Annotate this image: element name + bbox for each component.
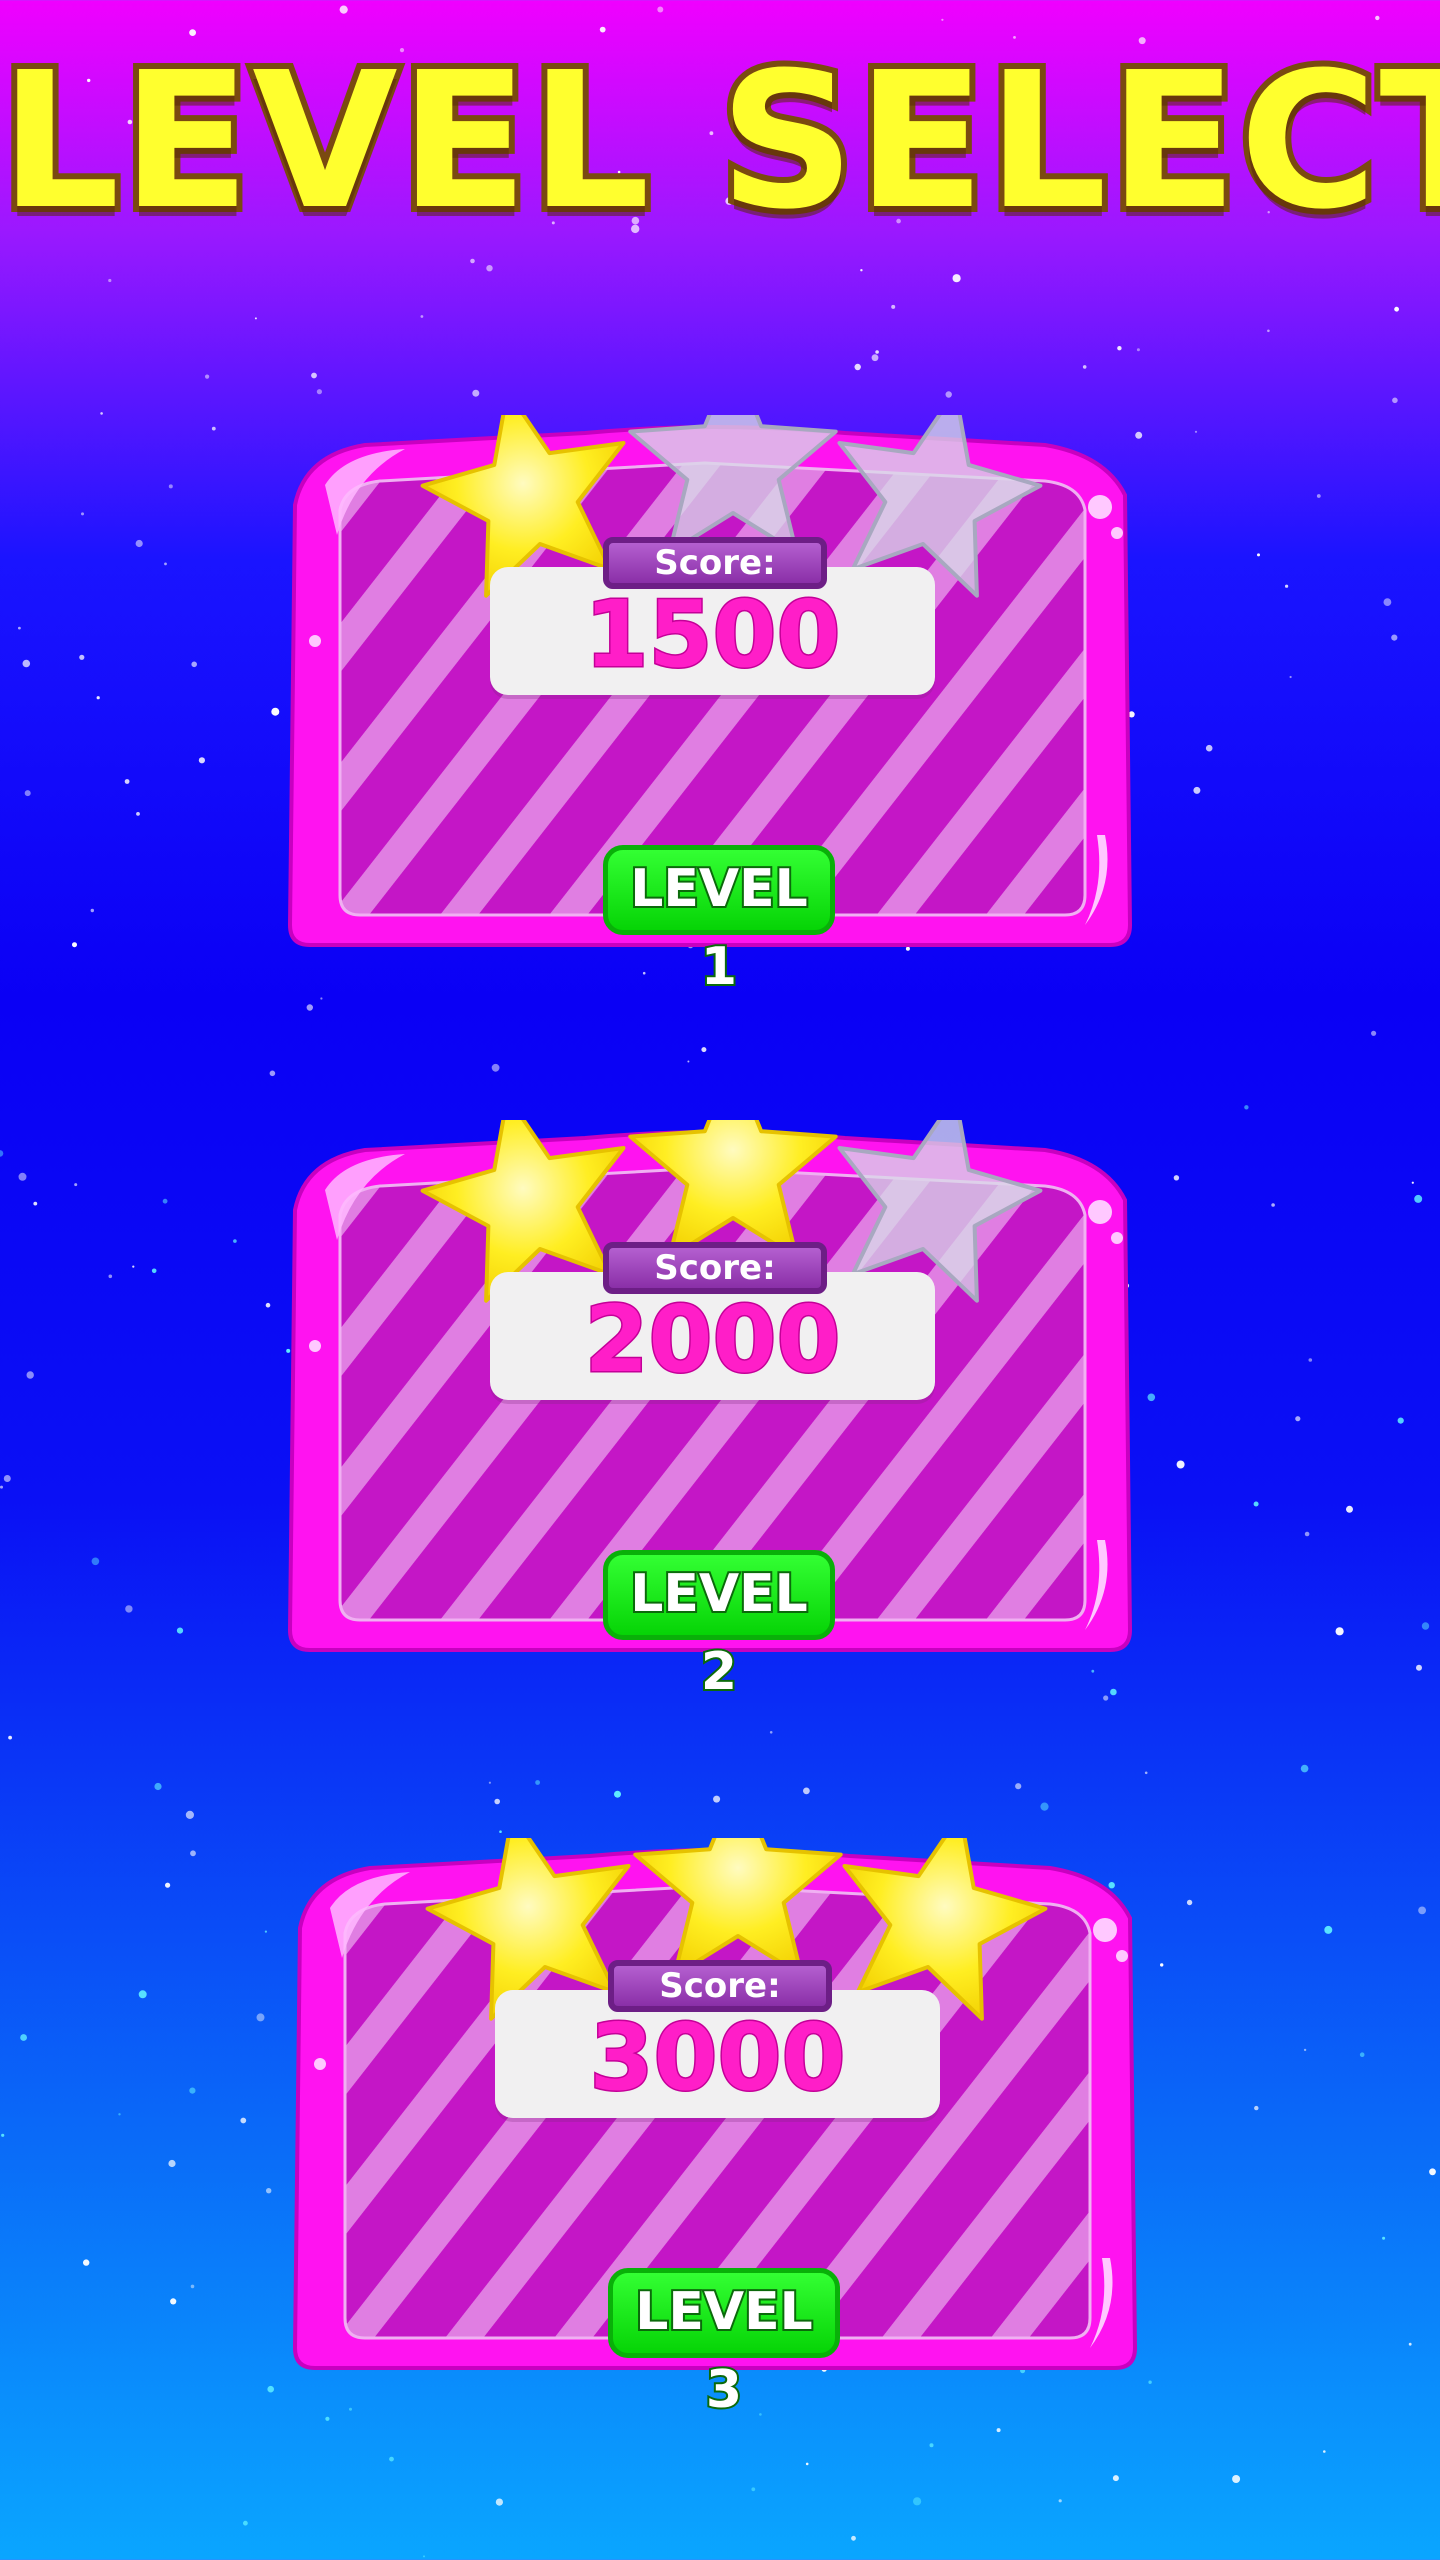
page-title: LEVEL SELECT xyxy=(0,32,1440,251)
score-value: 2000 xyxy=(583,1286,842,1393)
level-card-2[interactable]: 2000 Score: LEVEL 2 xyxy=(285,1120,1145,1704)
score-value: 1500 xyxy=(583,581,842,688)
level-card-3[interactable]: 3000 Score: LEVEL 3 xyxy=(290,1838,1150,2422)
score-label: Score: xyxy=(603,1242,827,1294)
level-3-button[interactable]: LEVEL 3 xyxy=(608,2268,840,2422)
level-card-1[interactable]: 1500 Score: LEVEL 1 xyxy=(285,415,1145,999)
level-2-button[interactable]: LEVEL 2 xyxy=(603,1550,835,1704)
score-label: Score: xyxy=(603,537,827,589)
level-1-button[interactable]: LEVEL 1 xyxy=(603,845,835,999)
score-label: Score: xyxy=(608,1960,832,2012)
score-value: 3000 xyxy=(588,2004,847,2111)
